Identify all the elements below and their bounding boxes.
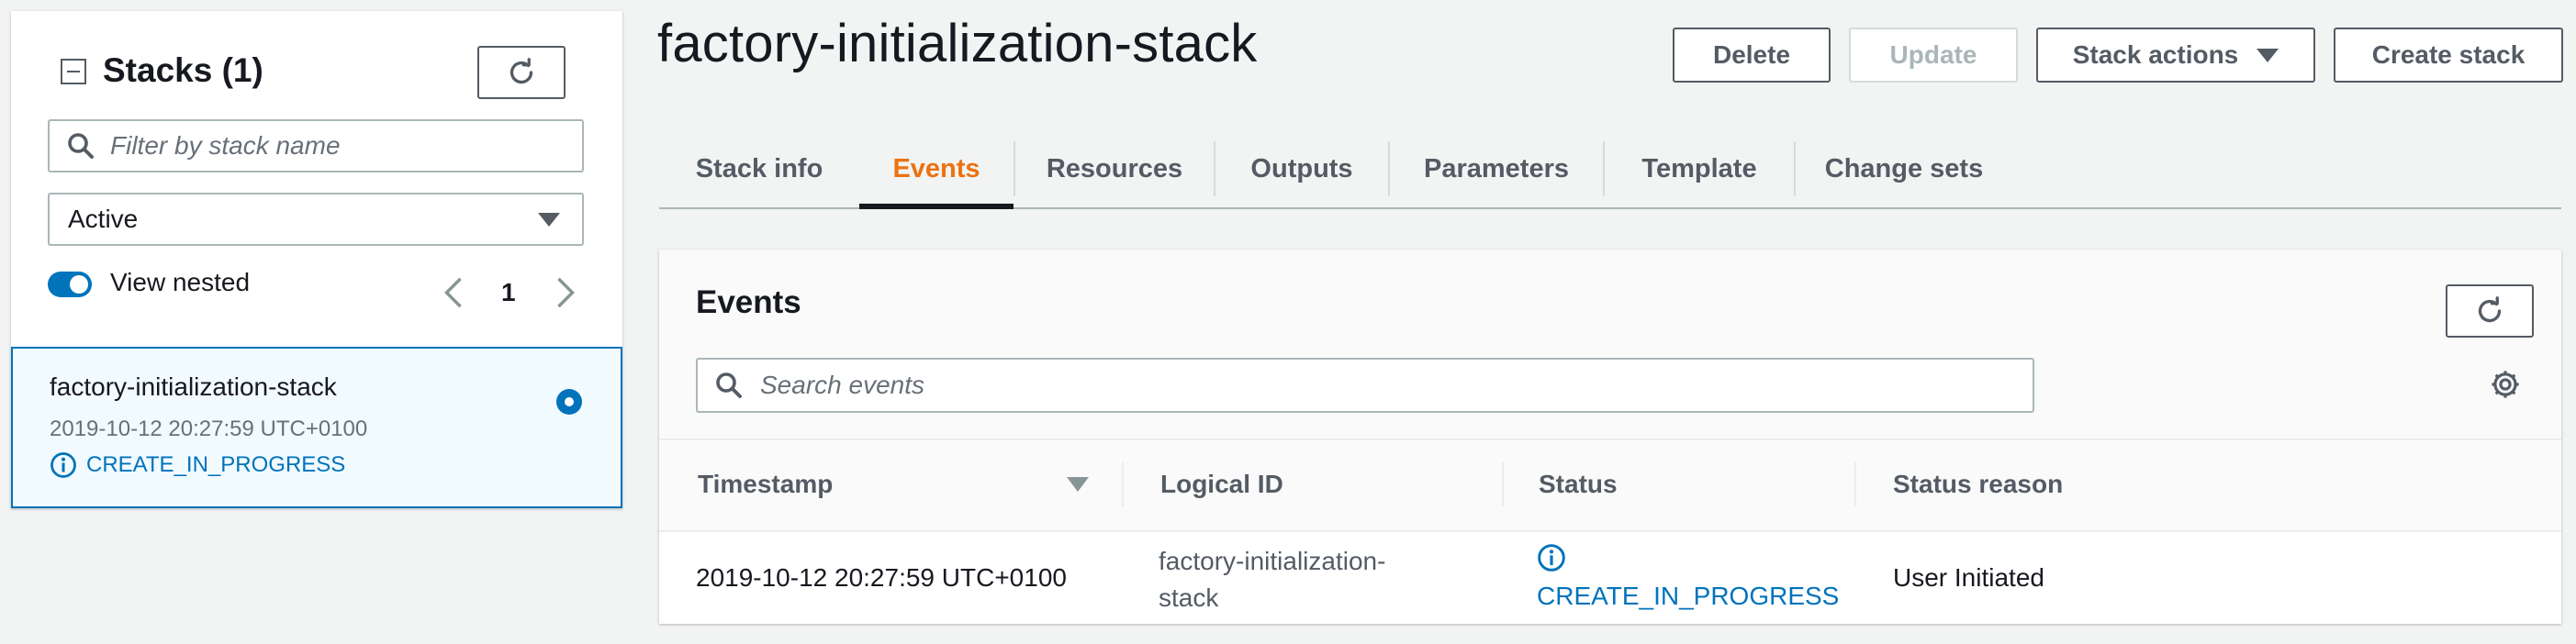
column-divider xyxy=(1502,462,1504,506)
refresh-icon xyxy=(2478,296,2502,323)
info-icon xyxy=(50,452,76,478)
filter-placeholder: Filter by stack name xyxy=(110,131,341,160)
status-filter-value: Active xyxy=(68,205,139,233)
column-header-status[interactable]: Status xyxy=(1539,470,1618,499)
active-tab-indicator xyxy=(859,204,1014,209)
tab-parameters[interactable]: Parameters xyxy=(1390,128,1603,209)
tab-events[interactable]: Events xyxy=(859,128,1014,209)
refresh-events-button[interactable] xyxy=(2446,284,2534,338)
column-divider xyxy=(1122,462,1124,506)
stack-status-text: CREATE_IN_PROGRESS xyxy=(86,452,346,477)
tab-change-sets[interactable]: Change sets xyxy=(1796,128,2012,209)
toggle-knob xyxy=(70,275,88,294)
search-events-placeholder: Search events xyxy=(760,371,924,399)
stack-actions-label: Stack actions xyxy=(2072,40,2239,69)
stack-name: factory-initialization-stack xyxy=(50,372,337,401)
event-timestamp: 2019-10-12 20:27:59 UTC+0100 xyxy=(696,563,1067,592)
delete-button[interactable]: Delete xyxy=(1673,28,1831,83)
caret-down-icon xyxy=(2257,48,2279,62)
tab-template[interactable]: Template xyxy=(1605,128,1794,209)
search-icon xyxy=(68,133,94,159)
prev-page-icon[interactable] xyxy=(442,277,465,308)
refresh-stacks-button[interactable] xyxy=(477,46,566,99)
view-nested-toggle[interactable] xyxy=(48,272,92,297)
filter-stack-input[interactable]: Filter by stack name xyxy=(48,119,584,172)
stacks-title: Stacks (1) xyxy=(103,51,263,89)
event-status: CREATE_IN_PROGRESS xyxy=(1537,543,1839,611)
stack-timestamp: 2019-10-12 20:27:59 UTC+0100 xyxy=(50,416,368,441)
settings-gear-icon[interactable] xyxy=(2488,367,2523,402)
next-page-icon[interactable] xyxy=(554,277,577,308)
stack-actions-button[interactable]: Stack actions xyxy=(2036,28,2315,83)
collapse-icon[interactable] xyxy=(61,59,86,84)
stack-status: CREATE_IN_PROGRESS xyxy=(50,451,345,479)
event-status-text: CREATE_IN_PROGRESS xyxy=(1537,582,1840,610)
refresh-icon xyxy=(510,58,533,84)
column-divider xyxy=(1854,462,1856,506)
page-number[interactable]: 1 xyxy=(501,278,516,307)
status-filter-select[interactable]: Active xyxy=(48,193,584,246)
create-stack-button[interactable]: Create stack xyxy=(2334,28,2563,83)
event-status-reason: User Initiated xyxy=(1893,563,2044,592)
events-title: Events xyxy=(696,284,801,320)
stack-list-item[interactable]: factory-initialization-stack 2019-10-12 … xyxy=(11,347,622,508)
search-icon xyxy=(716,372,742,398)
info-icon xyxy=(1538,544,1565,572)
search-events-input[interactable]: Search events xyxy=(696,358,2034,413)
tab-bar: Stack info Events Resources Outputs Para… xyxy=(659,128,2561,209)
caret-down-icon xyxy=(538,212,560,227)
view-nested-label: View nested xyxy=(110,268,251,296)
event-logical-id: factory-initialization- stack xyxy=(1159,547,1386,612)
column-header-timestamp[interactable]: Timestamp xyxy=(698,470,833,499)
tab-outputs[interactable]: Outputs xyxy=(1215,128,1388,209)
page-title: factory-initialization-stack xyxy=(657,14,1258,73)
stack-radio-selected[interactable] xyxy=(556,389,582,415)
tab-stack-info[interactable]: Stack info xyxy=(659,128,859,209)
update-button[interactable]: Update xyxy=(1849,28,2018,83)
column-header-status-reason[interactable]: Status reason xyxy=(1893,470,2063,499)
sort-descending-icon[interactable] xyxy=(1067,477,1089,492)
tab-resources[interactable]: Resources xyxy=(1015,128,1214,209)
column-header-logical-id[interactable]: Logical ID xyxy=(1160,470,1283,499)
